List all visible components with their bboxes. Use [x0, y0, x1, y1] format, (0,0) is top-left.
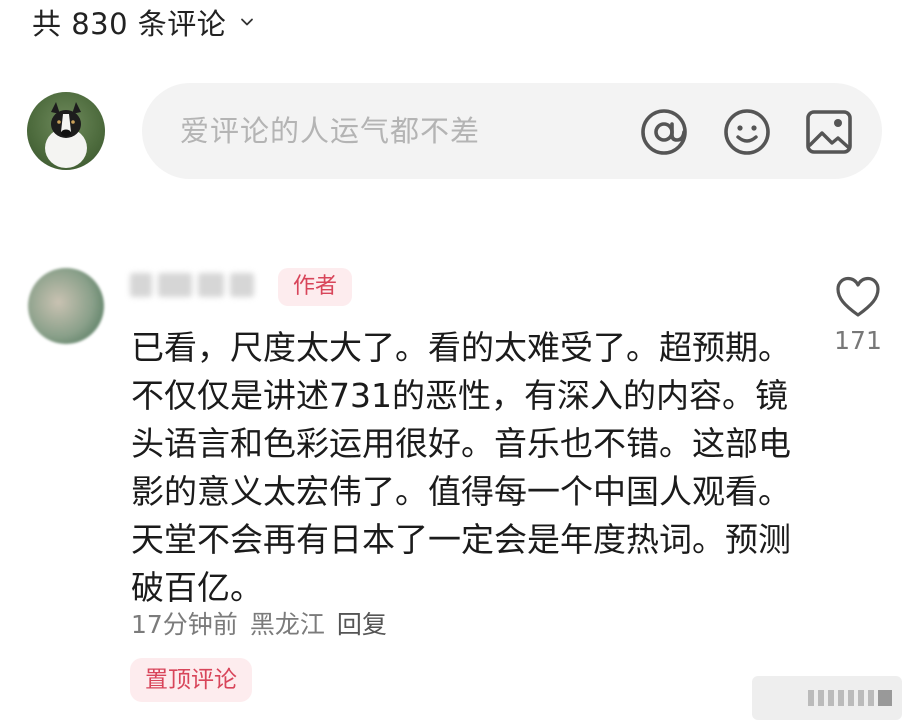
comment-location: 黑龙江 — [249, 610, 325, 639]
like-count: 171 — [834, 326, 882, 355]
author-badge: 作者 — [278, 268, 352, 306]
watermark-overlay — [752, 676, 902, 720]
reply-button[interactable]: 回复 — [337, 605, 387, 641]
comment-input[interactable]: 爱评论的人运气都不差 — [142, 83, 882, 179]
heart-icon[interactable] — [834, 274, 882, 320]
at-icon[interactable] — [639, 107, 689, 157]
dog-avatar-image — [45, 102, 87, 168]
smiley-icon[interactable] — [722, 107, 772, 157]
current-user-avatar — [27, 92, 105, 170]
image-icon[interactable] — [804, 107, 854, 157]
chevron-down-icon — [241, 18, 254, 26]
comment-count-header[interactable]: 共 830 条评论 — [32, 2, 254, 42]
comment-time: 17分钟前 — [131, 610, 238, 639]
commenter-name-redacted[interactable] — [130, 268, 258, 302]
comment-count-title: 共 830 条评论 — [32, 7, 227, 41]
watermark-icon — [808, 690, 892, 706]
comment-text: 已看，尺度太大了。看的太难受了。超预期。不仅仅是讲述731的恶性，有深入的内容。… — [131, 328, 791, 607]
pinned-comment-badge: 置顶评论 — [130, 658, 252, 702]
comment-input-placeholder: 爱评论的人运气都不差 — [180, 114, 481, 148]
commenter-avatar[interactable] — [28, 268, 104, 344]
comment-meta: 17分钟前 黑龙江 回复 — [131, 603, 387, 643]
